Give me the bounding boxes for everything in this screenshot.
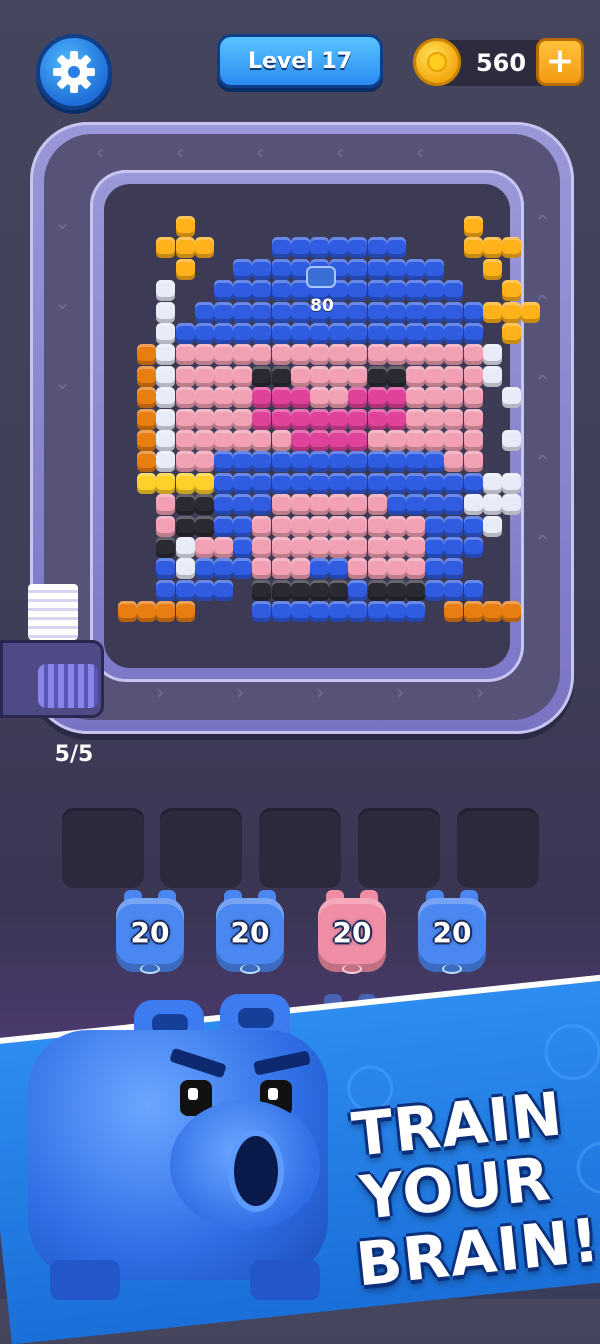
chevron-icon: ⌃ — [534, 370, 551, 394]
coin-icon — [413, 38, 461, 86]
pig-value: 20 — [230, 916, 270, 949]
mascot-leg — [50, 1260, 120, 1300]
chevron-icon: › — [236, 680, 245, 704]
chevron-icon: ⌄ — [54, 370, 71, 394]
chevron-icon: ⌃ — [534, 530, 551, 554]
chevron-icon: › — [316, 680, 325, 704]
chevron-icon: ⌃ — [534, 290, 551, 314]
decor-circle — [541, 1021, 600, 1083]
mascot-mouth — [228, 1130, 284, 1212]
pig-tail — [342, 964, 362, 974]
pig-piece[interactable]: 20 — [418, 890, 486, 974]
pig-piece[interactable]: 20 — [216, 890, 284, 974]
holding-slot[interactable] — [457, 808, 539, 888]
top-bar: Level 17 560 + — [0, 0, 600, 110]
settings-button[interactable] — [36, 34, 112, 110]
pig-tail — [240, 964, 260, 974]
chevron-icon: ‹ — [256, 140, 265, 164]
decor-circle — [574, 1139, 600, 1197]
pig-value: 20 — [432, 916, 472, 949]
pig-mascot — [20, 990, 340, 1300]
mascot-leg — [250, 1260, 320, 1300]
add-coins-button[interactable]: + — [536, 38, 584, 86]
chevron-icon: ‹ — [96, 140, 105, 164]
pixel-board — [104, 184, 510, 668]
pig-value: 20 — [332, 916, 372, 949]
queue-counter: 5/5 — [54, 742, 94, 767]
coin-balance: 560 — [475, 49, 527, 77]
pig-piece[interactable]: 20 — [318, 890, 386, 974]
feeder-coil — [38, 664, 98, 708]
level-indicator: Level 17 — [217, 34, 383, 88]
chevron-icon: ⌄ — [54, 290, 71, 314]
chevron-icon: ‹ — [416, 140, 425, 164]
pig-tail — [140, 964, 160, 974]
chevron-icon: › — [156, 680, 165, 704]
chevron-icon: ⌃ — [534, 450, 551, 474]
stacked-pieces — [28, 584, 78, 640]
chevron-icon: ‹ — [336, 140, 345, 164]
pig-value: 20 — [130, 916, 170, 949]
holding-slot[interactable] — [259, 808, 341, 888]
chevron-icon: › — [396, 680, 405, 704]
chevron-icon: › — [476, 680, 485, 704]
chevron-icon: ⌄ — [54, 210, 71, 234]
pig-piece[interactable]: 20 — [116, 890, 184, 974]
gear-icon — [53, 51, 95, 93]
chevron-icon: ‹ — [176, 140, 185, 164]
chevron-icon: ⌃ — [534, 210, 551, 234]
holding-slot[interactable] — [62, 808, 144, 888]
holding-slot[interactable] — [160, 808, 242, 888]
holding-slot[interactable] — [358, 808, 440, 888]
pig-tail — [442, 964, 462, 974]
block-tag-value: 80 — [310, 296, 334, 316]
lock-tag-icon — [306, 266, 336, 288]
